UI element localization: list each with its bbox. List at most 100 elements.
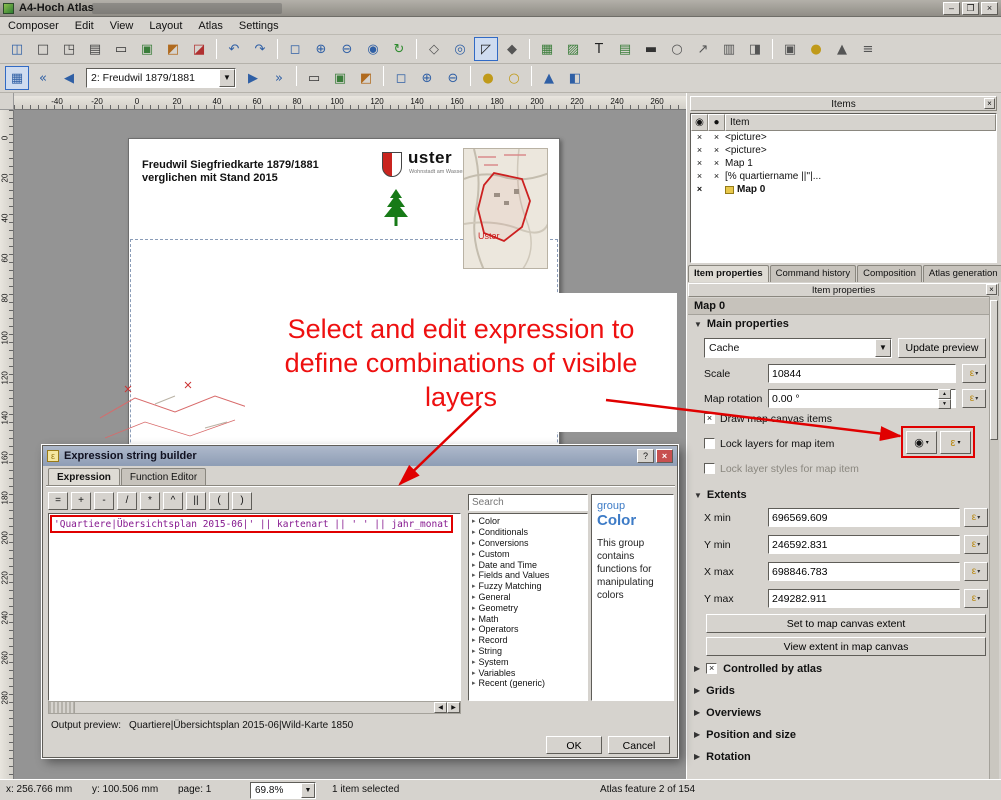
rotation-spinner[interactable]: ▲▼ — [938, 389, 951, 406]
export-atlas-as-image-button[interactable]: ▣ — [328, 66, 352, 90]
zoom-out-button[interactable]: ⊖ — [335, 37, 359, 61]
scale-input[interactable] — [768, 364, 956, 383]
x-max-input[interactable] — [768, 562, 960, 581]
next-feature-button[interactable]: ▶ — [241, 66, 265, 90]
item-visibility-toggle[interactable]: × — [691, 183, 708, 196]
page-title-item[interactable]: Freudwil Siegfriedkarte 1879/1881 vergli… — [142, 159, 319, 185]
section-controlled-by-atlas[interactable]: ▶×Controlled by atlas — [694, 660, 990, 677]
tab-atlas-generation[interactable]: Atlas generation — [923, 265, 1001, 282]
help-button[interactable]: ? — [637, 449, 654, 463]
tab-command-history[interactable]: Command history — [770, 265, 856, 282]
undo-button[interactable]: ↶ — [222, 37, 246, 61]
zoom-combo[interactable]: 69.8% ▼ — [250, 782, 316, 799]
horizontal-scrollbar[interactable]: ◀ ▶ — [48, 701, 461, 714]
print-atlas-button[interactable]: ▭ — [302, 66, 326, 90]
add-image-button[interactable]: ▨ — [561, 37, 585, 61]
section-position-and-size[interactable]: ▶Position and size — [694, 726, 990, 743]
visible-layers-button[interactable]: ◉▾ — [906, 431, 937, 454]
function-group-conditionals[interactable]: ▸Conditionals — [469, 527, 587, 538]
align-items-button[interactable]: ≡ — [856, 37, 880, 61]
spin-down-icon[interactable]: ▼ — [938, 399, 951, 409]
scrollbar-thumb[interactable] — [990, 300, 998, 440]
item-visibility-toggle[interactable]: × — [691, 157, 708, 170]
composition-manager-button[interactable]: ▤ — [83, 37, 107, 61]
zoom-atlas-in-button[interactable]: ⊕ — [415, 66, 439, 90]
zoom-last-button[interactable]: ◉ — [361, 37, 385, 61]
zoom-tool-button[interactable]: ◎ — [448, 37, 472, 61]
map-item-thumbnail[interactable]: Uster — [463, 148, 548, 269]
item-visibility-toggle[interactable]: × — [691, 131, 708, 144]
menu-settings[interactable]: Settings — [231, 19, 287, 33]
scroll-track[interactable] — [75, 702, 434, 713]
lock-item-button[interactable]: ● — [476, 66, 500, 90]
add-shape-button[interactable]: ○ — [665, 37, 689, 61]
annotation-callout[interactable]: Select and edit expression to define com… — [245, 293, 677, 432]
item-row[interactable]: ××[% quartiername ||''|... — [691, 170, 996, 183]
move-item-content-button[interactable]: ◆ — [500, 37, 524, 61]
zoom-atlas-full-button[interactable]: ◻ — [389, 66, 413, 90]
coat-of-arms-icon[interactable] — [382, 152, 402, 177]
operator-button-6[interactable]: || — [186, 492, 206, 510]
function-group-record[interactable]: ▸Record — [469, 635, 587, 646]
map-rotation-input[interactable] — [768, 389, 956, 408]
zoom-atlas-out-button[interactable]: ⊖ — [441, 66, 465, 90]
zoom-in-button[interactable]: ⊕ — [309, 37, 333, 61]
section-overviews[interactable]: ▶Overviews — [694, 704, 990, 721]
scroll-grip[interactable] — [49, 702, 75, 713]
expression-editor[interactable]: 'Quartiere|Übersichtsplan 2015-06|' || k… — [48, 513, 461, 701]
logo-text[interactable]: uster — [408, 148, 452, 168]
export-atlas-as-svg-button[interactable]: ◩ — [354, 66, 378, 90]
scroll-right-icon[interactable]: ▶ — [447, 702, 460, 713]
data-defined-button[interactable]: ε▾ — [964, 589, 988, 608]
menu-atlas[interactable]: Atlas — [190, 19, 230, 33]
scroll-left-icon[interactable]: ◀ — [434, 702, 447, 713]
duplicate-composition-button[interactable]: ◳ — [57, 37, 81, 61]
draw-map-canvas-items-checkbox[interactable]: × — [704, 413, 715, 424]
x-min-input[interactable] — [768, 508, 960, 527]
data-defined-button[interactable]: ε▾ — [964, 562, 988, 581]
add-legend-button[interactable]: ▤ — [613, 37, 637, 61]
operator-button-4[interactable]: * — [140, 492, 160, 510]
section-rotation[interactable]: ▶Rotation — [694, 748, 990, 765]
item-row[interactable]: ××Map 1 — [691, 157, 996, 170]
item-row[interactable]: ×Map 0 — [691, 183, 996, 196]
data-defined-button[interactable]: ε▾ — [962, 389, 986, 408]
atlas-feature-combo[interactable]: 2: Freudwil 1879/1881 ▼ — [86, 68, 236, 88]
tab-item-properties[interactable]: Item properties — [688, 265, 769, 282]
minimize-button[interactable]: – — [943, 2, 960, 15]
raise-items-button[interactable]: ▲ — [830, 37, 854, 61]
operator-button-3[interactable]: / — [117, 492, 137, 510]
first-feature-button[interactable]: « — [31, 66, 55, 90]
tab-function-editor[interactable]: Function Editor — [121, 468, 206, 486]
group-items-button[interactable]: ▣ — [778, 37, 802, 61]
item-lock-toggle[interactable]: × — [708, 144, 725, 157]
section-checkbox[interactable]: × — [706, 663, 717, 674]
item-lock-toggle[interactable]: × — [708, 131, 725, 144]
group-selected-button[interactable]: ◧ — [563, 66, 587, 90]
maximize-button[interactable]: ❐ — [962, 2, 979, 15]
function-group-custom[interactable]: ▸Custom — [469, 548, 587, 559]
extents-section[interactable]: ▼ Extents — [694, 489, 747, 501]
function-group-recent-generic[interactable]: ▸Recent (generic) — [469, 678, 587, 689]
pan-composer-button[interactable]: ◇ — [422, 37, 446, 61]
item-lock-toggle[interactable]: × — [708, 157, 725, 170]
main-properties-section[interactable]: ▼ Main properties — [694, 318, 789, 330]
tree-logo-icon[interactable] — [384, 189, 408, 230]
ok-button[interactable]: OK — [546, 736, 602, 754]
item-visibility-toggle[interactable]: × — [691, 170, 708, 183]
menu-edit[interactable]: Edit — [67, 19, 102, 33]
add-arrow-button[interactable]: ↗ — [691, 37, 715, 61]
menu-layout[interactable]: Layout — [141, 19, 190, 33]
select-move-item-button[interactable]: ◸ — [474, 37, 498, 61]
function-group-fields-and-values[interactable]: ▸Fields and Values — [469, 570, 587, 581]
dialog-title-bar[interactable]: ε Expression string builder ? × — [43, 446, 677, 466]
menu-view[interactable]: View — [102, 19, 142, 33]
operator-button-7[interactable]: ( — [209, 492, 229, 510]
print-button[interactable]: ▭ — [109, 37, 133, 61]
function-group-fuzzy-matching[interactable]: ▸Fuzzy Matching — [469, 581, 587, 592]
export-as-svg-button[interactable]: ◩ — [161, 37, 185, 61]
spin-up-icon[interactable]: ▲ — [938, 389, 951, 399]
data-defined-button[interactable]: ε▾ — [964, 535, 988, 554]
y-max-input[interactable] — [768, 589, 960, 608]
function-group-variables[interactable]: ▸Variables — [469, 667, 587, 678]
